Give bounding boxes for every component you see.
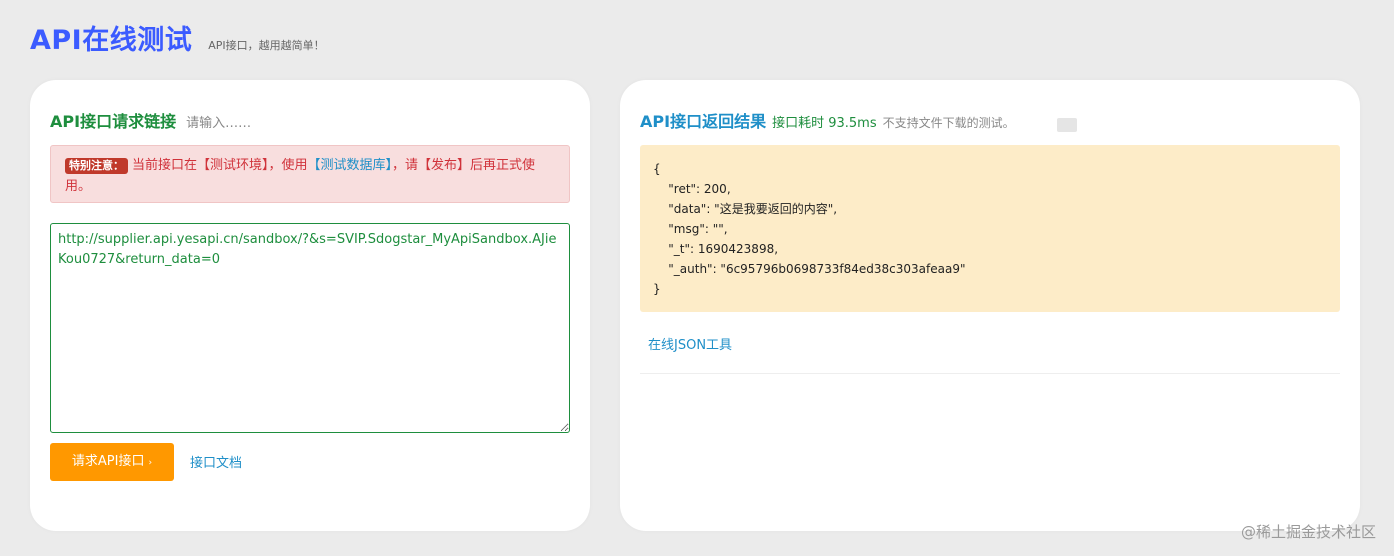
download-note: 不支持文件下载的测试。 [882,116,1015,130]
api-docs-link[interactable]: 接口文档 [190,452,242,471]
page-subtitle: API接口，越用越简单！ [208,39,325,52]
json-tool-link[interactable]: 在线JSON工具 [648,334,732,353]
request-panel-header: API接口请求链接 请输入…… [50,108,251,132]
request-panel-title: API接口请求链接 [50,112,177,131]
result-panel: API接口返回结果 接口耗时 93.5ms 不支持文件下载的测试。 { "ret… [620,80,1360,531]
warning-badge: 特别注意： [65,158,128,174]
request-api-button-label: 请求API接口 [71,454,145,469]
chat-icon [1057,118,1077,132]
request-api-button[interactable]: 请求API接口 › [50,443,174,481]
api-url-input[interactable]: http://supplier.api.yesapi.cn/sandbox/?&… [50,223,570,433]
warning-alert: 特别注意： 当前接口在【测试环境】，使用【测试数据库】，请【发布】后再正式使用。 [50,145,570,203]
watermark: @稀土掘金技术社区 [1240,523,1376,541]
result-output: { "ret": 200, "data": "这是我要返回的内容", "msg"… [640,145,1340,312]
warning-highlight: 【测试数据库】 [307,158,393,173]
result-panel-header: API接口返回结果 接口耗时 93.5ms 不支持文件下载的测试。 [640,108,1015,132]
page-title: API在线测试 [30,25,193,56]
request-panel-hint: 请输入…… [186,116,252,131]
result-panel-title: API接口返回结果 [640,112,767,131]
divider [640,373,1340,374]
request-panel: API接口请求链接 请输入…… 特别注意： 当前接口在【测试环境】，使用【测试数据… [30,80,590,531]
warning-text-part1: 当前接口在【测试环境】，使用 [132,158,308,173]
caret-right-icon: › [148,458,153,468]
elapsed-time: 接口耗时 93.5ms [772,116,877,131]
page: API在线测试 API接口，越用越简单！ API接口请求链接 请输入…… 特别注… [0,0,1394,556]
page-header: API在线测试 API接口，越用越简单！ [30,18,325,57]
